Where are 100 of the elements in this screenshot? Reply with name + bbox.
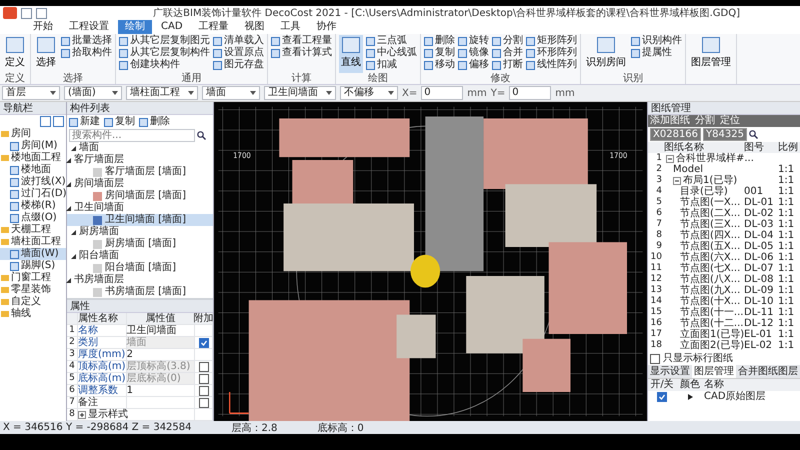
collapse-icon[interactable] [666, 154, 674, 162]
dropdown[interactable]: 墙面 [202, 86, 260, 100]
drawing-name[interactable]: 节点图(一X... [680, 197, 740, 208]
drawing-name[interactable]: 节点图(九X... [680, 285, 740, 296]
expand-icon[interactable] [78, 410, 86, 418]
ribbon-button[interactable]: 矩形阵列 [526, 35, 577, 47]
property-value[interactable]: 2 [126, 349, 196, 360]
dropdown[interactable]: 墙柱面工程 [126, 86, 198, 100]
drawing-name[interactable]: 节点图(十X... [680, 296, 740, 307]
drawing-name[interactable]: 合科世界域样#... [676, 153, 754, 164]
tree-node[interactable]: 房间墙面层 [74, 178, 124, 190]
ribbon-button[interactable]: 查看计算式 [271, 47, 332, 59]
ribbon-button[interactable]: 中心线弧 [366, 47, 417, 59]
caret-icon[interactable] [326, 91, 332, 95]
expanded-arrow-icon[interactable] [71, 146, 76, 150]
ribbon-button[interactable]: 合并 [492, 47, 523, 59]
ribbon-button[interactable]: 查看工程量 [271, 35, 332, 47]
text-field[interactable]: Y84325 [703, 128, 747, 141]
ribbon-button[interactable]: 从其它层复制构件 [119, 47, 210, 59]
drawing-name[interactable]: 节点图(十一... [680, 307, 744, 318]
expand-arrow-icon[interactable] [688, 394, 692, 400]
expanded-arrow-icon[interactable] [66, 182, 71, 186]
menu-tab[interactable]: 协作 [310, 20, 344, 34]
drawing-name[interactable]: 节点图(八X... [680, 274, 740, 285]
ribbon-button[interactable]: 环形阵列 [526, 47, 577, 59]
ribbon-large-button[interactable]: 图层管理 [689, 35, 733, 84]
nav-item[interactable]: 波打线(X) [0, 176, 66, 188]
drawing-name[interactable]: 节点图(七X... [680, 263, 740, 274]
checkbox[interactable] [198, 386, 209, 396]
coord-input[interactable]: 0 [509, 86, 552, 100]
ribbon-button[interactable]: 设置原点 [213, 47, 264, 59]
ribbon-button[interactable]: 旋转 [458, 35, 489, 47]
menu-tab[interactable]: 工程量 [192, 20, 236, 34]
nav-item[interactable]: 点缀(O) [0, 212, 66, 224]
ribbon-large-button[interactable]: 直线 [339, 35, 363, 73]
component-item[interactable]: 厨房墙面 [墙面] [67, 238, 213, 250]
nav-item[interactable]: 踢脚(S) [0, 260, 66, 272]
checkbox[interactable] [198, 362, 209, 372]
nav-item[interactable]: 楼地面 [0, 164, 66, 176]
drawing-name[interactable]: 立面图1(已导) [680, 329, 744, 340]
nav-item[interactable]: 楼地面工程 [0, 152, 66, 164]
toolbar-button[interactable]: 复制 [104, 116, 135, 128]
ribbon-button[interactable]: 从其它层复制图元 [119, 35, 210, 47]
list-icon[interactable] [40, 116, 51, 127]
drawing-name[interactable]: 节点图(六X... [680, 252, 740, 263]
ribbon-large-button[interactable]: 识别房间 [584, 35, 628, 73]
text-field[interactable]: X028166 [650, 128, 702, 141]
property-value[interactable]: 卫生间墙面 [126, 325, 196, 336]
ribbon-button[interactable]: 复制 [424, 47, 455, 59]
panel-tab[interactable]: 图层管理 [692, 365, 736, 378]
caret-icon[interactable] [388, 91, 394, 95]
component-item[interactable]: 书房墙面层 [墙面] [67, 286, 213, 298]
component-item[interactable]: 卫生间墙面 [墙面] [67, 214, 213, 226]
ribbon-button[interactable]: 三点弧 [366, 35, 417, 47]
nav-item[interactable]: 墙柱面工程 [0, 236, 66, 248]
drawing-name[interactable]: 立面图2(已导) [680, 340, 744, 351]
checkbox[interactable] [198, 398, 209, 408]
drawing-name[interactable]: 节点图(五X... [680, 241, 740, 252]
menu-tab[interactable]: 绘制 [118, 20, 152, 34]
tree-node[interactable]: 书房墙面层 [74, 274, 124, 286]
ribbon-button[interactable]: 移动 [424, 59, 455, 71]
dropdown[interactable]: (墙面) [64, 86, 122, 100]
ribbon-button[interactable]: 提属性 [631, 47, 682, 59]
coord-input[interactable]: 0 [421, 86, 464, 100]
cad-canvas[interactable]: 1700 1700 [214, 102, 647, 421]
ribbon-button[interactable]: 识别构件 [631, 35, 682, 47]
component-item[interactable]: 阳台墙面 [墙面] [67, 262, 213, 274]
search-icon[interactable] [748, 130, 758, 139]
checkbox[interactable] [650, 354, 660, 364]
menu-tab[interactable]: 工程设置 [62, 20, 116, 34]
ribbon-button[interactable]: 清单载入 [213, 35, 264, 47]
tree-node[interactable]: 墙面 [79, 142, 99, 154]
ribbon-button[interactable]: 创建块构件 [119, 59, 210, 71]
menu-tab[interactable]: 工具 [274, 20, 308, 34]
ribbon-button[interactable]: 线性阵列 [526, 59, 577, 71]
tree-node[interactable]: 厨房墙面 [79, 226, 119, 238]
ribbon-button[interactable]: 拾取构件 [61, 47, 112, 59]
nav-item[interactable]: 房间(M) [0, 140, 66, 152]
expanded-arrow-icon[interactable] [71, 254, 76, 258]
ribbon-large-button[interactable]: 定义 [3, 35, 27, 73]
search-field[interactable]: 搜索构件... [69, 129, 195, 142]
caret-icon[interactable] [188, 91, 194, 95]
expanded-arrow-icon[interactable] [66, 206, 71, 210]
search-icon[interactable] [197, 131, 206, 140]
nav-item[interactable]: 轴线 [0, 308, 66, 320]
ribbon-large-button[interactable]: 选择 [34, 35, 58, 73]
toolbar-button[interactable]: 分割 [695, 115, 715, 127]
nav-item[interactable]: 墙面(W) [0, 248, 66, 260]
toolbar-button[interactable]: 添加图纸 [650, 115, 690, 127]
dropdown[interactable]: 首层 [2, 86, 60, 100]
ribbon-button[interactable]: 图元存盘 [213, 59, 264, 71]
expanded-arrow-icon[interactable] [66, 158, 71, 162]
drawing-name[interactable]: 节点图(四X... [680, 230, 740, 241]
ribbon-button[interactable]: 分割 [492, 35, 523, 47]
panel-tab[interactable]: 显示设置 [648, 365, 692, 378]
nav-item[interactable]: 楼梯(R) [0, 200, 66, 212]
drawing-name[interactable]: Model [673, 164, 704, 175]
caret-icon[interactable] [250, 91, 256, 95]
expanded-arrow-icon[interactable] [71, 230, 76, 234]
nav-item[interactable]: 自定义 [0, 296, 66, 308]
